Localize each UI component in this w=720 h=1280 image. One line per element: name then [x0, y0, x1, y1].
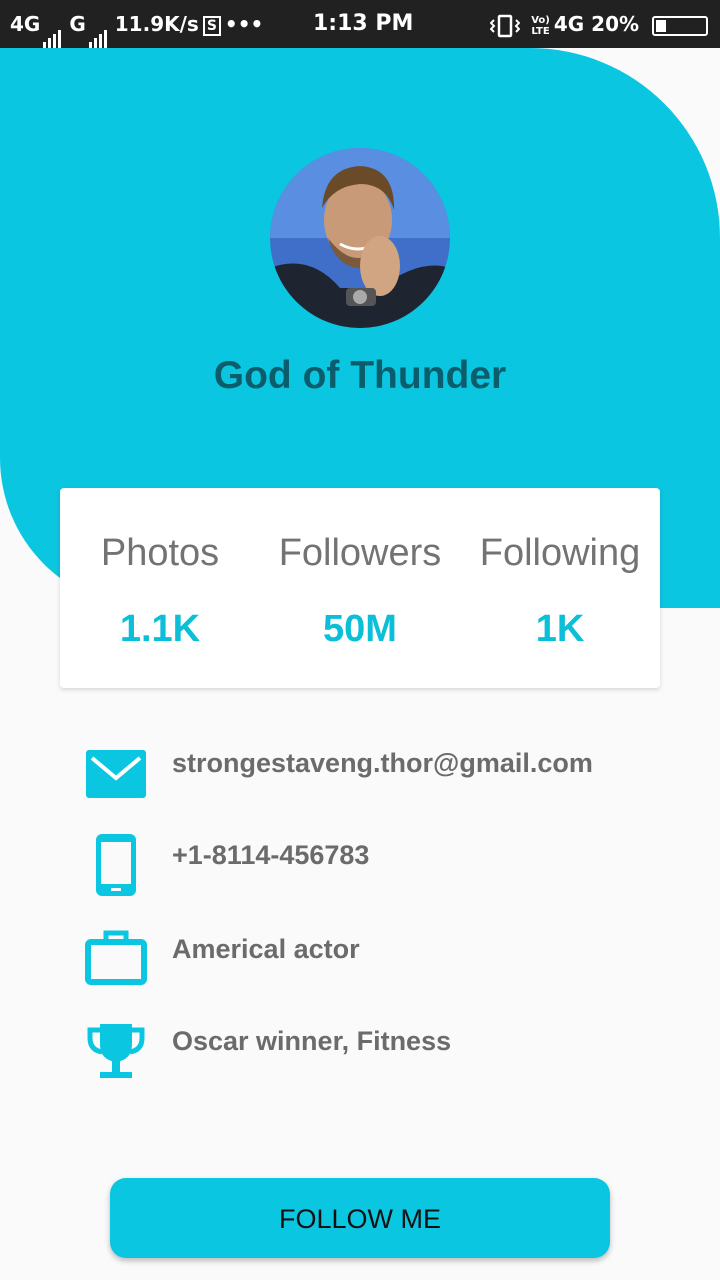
email-text: strongestaveng.thor@gmail.com — [172, 748, 593, 778]
vibrate-icon — [489, 14, 521, 37]
follow-button[interactable]: FOLLOW ME — [110, 1178, 610, 1258]
email-icon — [86, 750, 146, 798]
stat-value: 50M — [323, 608, 397, 650]
signal-icon-2 — [88, 2, 109, 50]
profile-name: God of Thunder — [213, 354, 507, 397]
info-row-occupation: Americal actor — [84, 930, 684, 1000]
info-row-achievements: Oscar winner, Fitness — [84, 1022, 684, 1092]
status-right: Vo) LTE 4G 20% ⚡ — [489, 0, 708, 48]
stat-label: Following — [479, 532, 641, 574]
status-bar: 4G G 11.9K/s S ••• 1:13 PM Vo) LTE 4G 20% ⚡ — [0, 0, 720, 50]
network-type-label-2: G — [69, 12, 86, 36]
briefcase-icon — [85, 930, 147, 985]
screenshot-icon: S — [202, 15, 221, 36]
network-type-label: 4G — [10, 12, 41, 36]
occupation-text: Americal actor — [172, 934, 360, 964]
stat-photos[interactable]: Photos 1.1K — [60, 488, 260, 688]
status-left: 4G G 11.9K/s S ••• — [10, 0, 264, 50]
volte-icon: Vo) LTE — [531, 14, 550, 37]
battery-percent: 20% — [591, 12, 640, 36]
avatar[interactable] — [270, 148, 450, 328]
signal-icon — [43, 2, 63, 50]
stat-value: 1.1K — [119, 608, 201, 650]
stat-following[interactable]: Following 1K — [460, 488, 660, 688]
trophy-icon — [87, 1024, 145, 1078]
more-notifications-icon: ••• — [224, 12, 264, 36]
battery-charging-icon: ⚡ — [652, 15, 708, 36]
phone-icon — [96, 834, 136, 896]
phone-text: +1-8114-456783 — [172, 840, 370, 870]
info-row-phone: +1-8114-456783 — [84, 834, 684, 910]
network-type-label-3: 4G — [553, 12, 585, 36]
stat-followers[interactable]: Followers 50M — [260, 488, 460, 688]
achievements-text: Oscar winner, Fitness — [172, 1026, 452, 1056]
info-row-email: strongestaveng.thor@gmail.com — [84, 748, 684, 818]
stat-label: Photos — [100, 532, 220, 574]
profile-photo — [270, 148, 450, 328]
status-time: 1:13 PM — [313, 11, 414, 36]
data-speed: 11.9K/s — [114, 12, 199, 36]
stat-value: 1K — [535, 608, 585, 650]
stat-label: Followers — [278, 532, 442, 574]
stats-card: Photos 1.1K Followers 50M Following 1K — [60, 488, 660, 688]
